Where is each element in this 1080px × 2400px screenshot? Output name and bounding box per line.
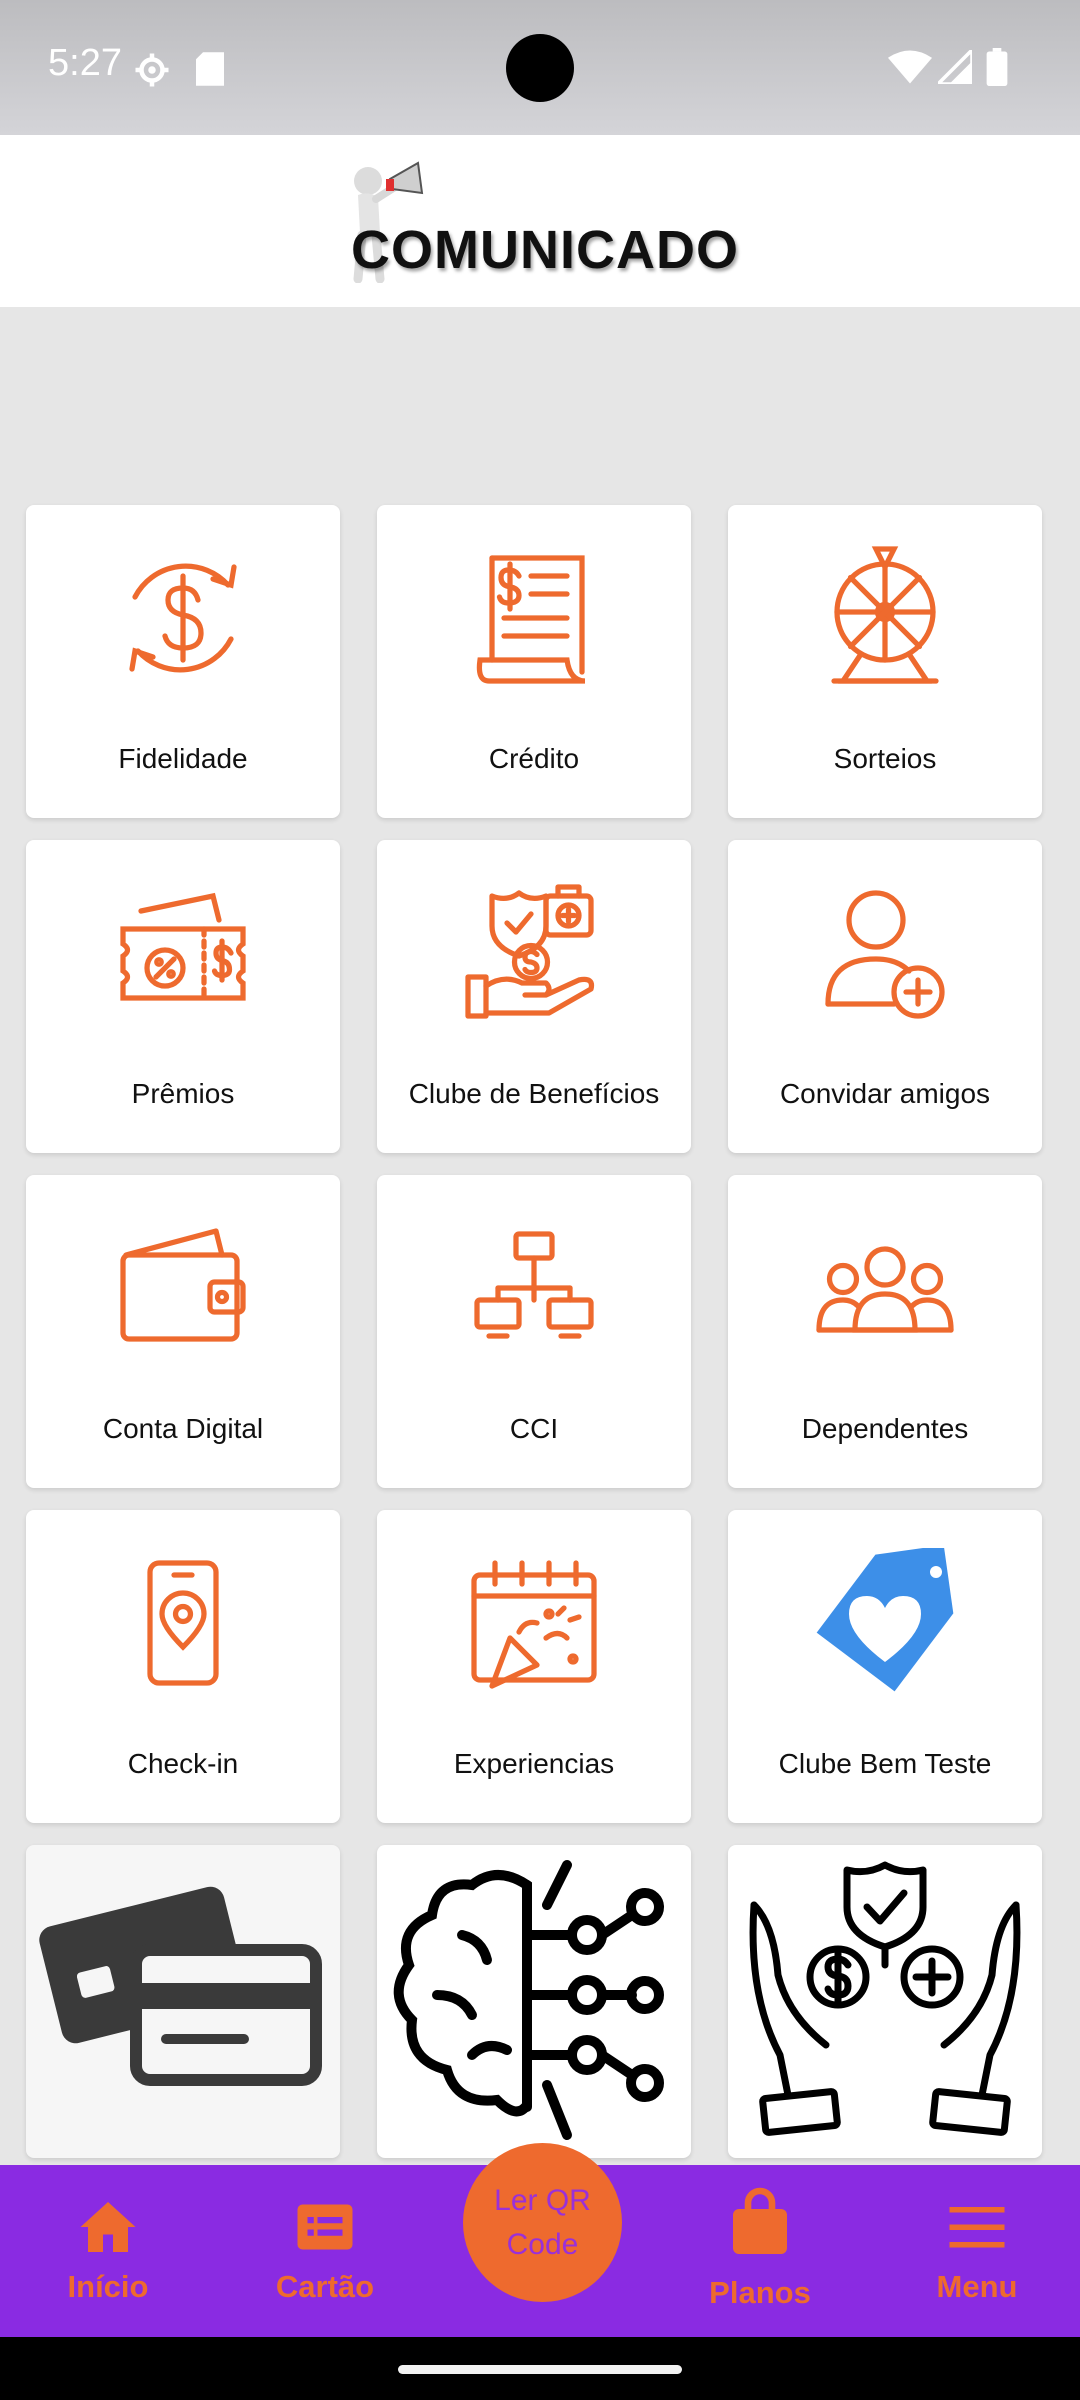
wallet-icon <box>120 1228 246 1342</box>
nav-planos[interactable]: Planos <box>680 2165 840 2337</box>
network-icon <box>474 1231 594 1339</box>
card-label: Clube de Benefícios <box>408 1078 660 1109</box>
card-credit-cards[interactable] <box>26 1845 340 2158</box>
dollar-document-icon <box>476 555 586 684</box>
nav-label: Início <box>67 2269 149 2304</box>
card-label: Dependentes <box>801 1413 969 1444</box>
nav-label: Planos <box>709 2275 811 2310</box>
card-experiencias[interactable]: Experiencias <box>377 1510 691 1823</box>
banner-title: COMUNICADO <box>351 220 739 280</box>
card-label: Prêmios <box>131 1078 235 1109</box>
status-bar: 5:27 <box>0 0 1080 135</box>
nav-cartao[interactable]: Cartão <box>245 2165 405 2337</box>
voucher-tickets-icon <box>120 892 246 1001</box>
battery-icon <box>986 48 1008 86</box>
qr-label-line2: Code <box>506 2227 579 2261</box>
home-icon <box>80 2202 136 2252</box>
card-label: Clube Bem Teste <box>778 1748 992 1779</box>
qr-button-label: Ler QR Code <box>494 2179 591 2266</box>
card-convidar-amigos[interactable]: Convidar amigos <box>728 840 1042 1153</box>
phone-location-icon <box>147 1560 219 1686</box>
card-clube-bem-teste[interactable]: Clube Bem Teste <box>728 1510 1042 1823</box>
nav-label: Cartão <box>275 2269 375 2304</box>
status-time: 5:27 <box>48 42 122 84</box>
sd-card-icon <box>196 52 224 86</box>
card-cci[interactable]: CCI <box>377 1175 691 1488</box>
front-camera <box>506 34 574 102</box>
nav-label: Menu <box>936 2269 1018 2304</box>
dollar-refresh-icon <box>129 563 237 673</box>
card-credito[interactable]: Crédito <box>377 505 691 818</box>
card-label: Check-in <box>127 1748 239 1779</box>
prize-wheel-icon <box>831 546 939 684</box>
brain-circuit-icon <box>393 1860 664 2140</box>
card-label: Conta Digital <box>102 1413 264 1444</box>
card-label: Crédito <box>488 743 580 774</box>
hamburger-icon <box>949 2207 1005 2248</box>
card-icon <box>297 2204 353 2250</box>
card-hands-dollar-shield[interactable] <box>728 1845 1042 2158</box>
card-label: Sorteios <box>833 743 937 774</box>
card-label: Fidelidade <box>118 743 248 774</box>
nav-inicio[interactable]: Início <box>28 2165 188 2337</box>
home-gesture-bar[interactable] <box>398 2365 682 2374</box>
card-fidelidade[interactable]: Fidelidade <box>26 505 340 818</box>
benefits-hand-icon <box>465 884 595 1019</box>
settings-gear-icon <box>135 53 169 87</box>
calendar-party-icon <box>471 1560 597 1689</box>
qr-label-line1: Ler QR <box>494 2184 591 2217</box>
shopping-bag-icon <box>733 2187 787 2254</box>
card-brain-circuit[interactable] <box>377 1845 691 2158</box>
group-icon <box>816 1246 954 1333</box>
wifi-icon <box>888 50 932 84</box>
nav-menu[interactable]: Menu <box>897 2165 1057 2337</box>
card-sorteios[interactable]: Sorteios <box>728 505 1042 818</box>
card-label: Convidar amigos <box>779 1078 991 1109</box>
hands-dollar-shield-icon <box>749 1861 1021 2136</box>
card-dependentes[interactable]: Dependentes <box>728 1175 1042 1488</box>
card-check-in[interactable]: Check-in <box>26 1510 340 1823</box>
heart-tag-icon <box>816 1548 954 1692</box>
add-user-icon <box>825 890 945 1019</box>
card-premios[interactable]: Prêmios <box>26 840 340 1153</box>
signal-icon <box>938 50 972 84</box>
card-label: CCI <box>509 1413 559 1444</box>
card-clube-beneficios[interactable]: Clube de Benefícios <box>377 840 691 1153</box>
card-label: Experiencias <box>453 1748 615 1779</box>
announcement-banner[interactable]: COMUNICADO <box>0 135 1080 307</box>
credit-cards-icon <box>39 1886 322 2086</box>
read-qr-code-button[interactable]: Ler QR Code <box>463 2143 622 2302</box>
card-conta-digital[interactable]: Conta Digital <box>26 1175 340 1488</box>
